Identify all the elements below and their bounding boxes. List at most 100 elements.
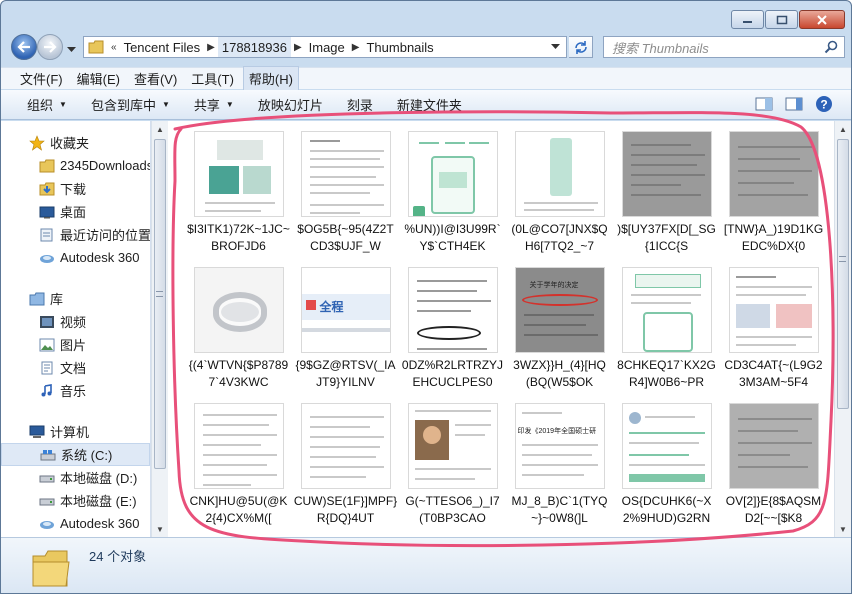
file-item[interactable]: OV[2]}E{8$AQSMD2[~~[$K8 (720, 403, 827, 527)
file-item[interactable]: $I3ITK1)72K~1JC~BROFJD6 (185, 131, 292, 255)
search-icon[interactable] (824, 40, 838, 54)
nav-autodesk-360-drive[interactable]: Autodesk 360 (1, 512, 150, 535)
nav-videos[interactable]: 视频 (1, 310, 150, 333)
nav-libraries[interactable]: 库 (1, 287, 150, 310)
scrollbar-thumb[interactable] (837, 139, 849, 409)
file-item[interactable]: CNK]HU@5U(@K2{4)CX%M([ (185, 403, 292, 527)
file-item[interactable]: {(4`WTVN{$P87897`4V3KWC (185, 267, 292, 391)
nav-drive-c[interactable]: 系统 (C:) (1, 443, 150, 466)
nav-downloads[interactable]: 下载 (1, 177, 150, 200)
image-thumbnail (728, 267, 819, 353)
image-thumbnail (300, 131, 391, 217)
preview-pane-icon[interactable] (785, 96, 803, 112)
maximize-button[interactable] (765, 10, 798, 29)
address-history-chevron-icon[interactable] (551, 44, 560, 50)
forward-button[interactable] (37, 34, 63, 60)
share-button[interactable]: 共享 ▼ (182, 90, 246, 119)
slideshow-button[interactable]: 放映幻灯片 (246, 90, 335, 119)
breadcrumb-thumbnails[interactable]: Thumbnails (362, 37, 437, 57)
menu-tools[interactable]: 工具(T) (186, 67, 239, 90)
image-thumbnail (514, 131, 605, 217)
library-icon (29, 291, 45, 307)
nav-2345downloads[interactable]: 2345Downloads (1, 154, 150, 177)
scroll-down-arrow-icon[interactable]: ▼ (835, 521, 851, 537)
nav-desktop[interactable]: 桌面 (1, 200, 150, 223)
nav-drive-d[interactable]: 本地磁盘 (D:) (1, 466, 150, 489)
nav-pictures[interactable]: 图片 (1, 333, 150, 356)
breadcrumb-separator[interactable]: ▶ (204, 42, 218, 53)
image-thumbnail (300, 403, 391, 489)
nav-music[interactable]: 音乐 (1, 379, 150, 402)
view-options-icon[interactable] (755, 96, 773, 112)
breadcrumb-image[interactable]: Image (305, 37, 349, 57)
menu-edit[interactable]: 编辑(E) (72, 67, 125, 90)
file-item[interactable]: CUW)SE(1F}]MPF}R{DQ}4UT (292, 403, 399, 527)
chevron-down-icon (67, 47, 76, 52)
address-bar[interactable]: « Tencent Files ▶ 178818936 ▶ Image ▶ Th… (83, 36, 567, 58)
refresh-button[interactable] (569, 36, 593, 58)
recent-pages-dropdown[interactable] (67, 42, 76, 56)
file-item[interactable]: %UN))I@I3U99R`Y$`CTH4EK (399, 131, 506, 255)
breadcrumb-separator[interactable]: ▶ (349, 42, 363, 53)
nav-drive-e[interactable]: 本地磁盘 (E:) (1, 489, 150, 512)
file-list-scrollbar[interactable]: ▲ ▼ (834, 121, 851, 537)
back-button[interactable] (11, 34, 37, 60)
breadcrumb-root-chevron[interactable]: « (108, 42, 120, 53)
chevron-down-icon: ▼ (225, 100, 234, 109)
nav-2345downloads-label: 2345Downloads (60, 158, 151, 173)
nav-favorites-label: 收藏夹 (50, 136, 90, 151)
video-icon (39, 314, 55, 330)
file-item[interactable]: 0DZ%R2LRTRZYJEHCUCLPES0 (399, 267, 506, 391)
file-name: MJ_8_B)C`1(TYQ~}~0W8(]L (511, 494, 608, 525)
nav-desktop-label: 桌面 (60, 205, 87, 220)
file-item[interactable]: G(~TTESO6_)_I7(T0BP3CAO (399, 403, 506, 527)
breadcrumb-tencent-files[interactable]: Tencent Files (120, 37, 205, 57)
nav-autodesk-360[interactable]: Autodesk 360 (1, 246, 150, 269)
file-item[interactable]: )$[UY37FX[D[_SG{1ICC{S (613, 131, 720, 255)
file-list: $I3ITK1)72K~1JC~BROFJD6 $OG5B{~95(4Z2TCD… (169, 121, 851, 537)
image-thumbnail (621, 267, 712, 353)
menu-view[interactable]: 查看(V) (129, 67, 182, 90)
file-name: {(4`WTVN{$P87897`4V3KWC (188, 358, 289, 389)
file-item[interactable]: 印发《2019年全国硕士研 MJ_8_B)C`1(TYQ~}~0W8(]L (506, 403, 613, 527)
nav-downloads-label: 下载 (60, 182, 87, 197)
file-item[interactable]: $OG5B{~95(4Z2TCD3$UJF_W (292, 131, 399, 255)
nav-favorites[interactable]: 收藏夹 (1, 131, 150, 154)
command-bar: 组织 ▼ 包含到库中 ▼ 共享 ▼ 放映幻灯片 刻录 新建文件夹 ? (1, 90, 851, 120)
nav-recent-places[interactable]: 最近访问的位置 (1, 223, 150, 246)
file-item[interactable]: 全程 {9$GZ@RTSV(_IAJT9}YILNV (292, 267, 399, 391)
menu-file[interactable]: 文件(F) (15, 67, 68, 90)
cloud-drive-icon (39, 250, 55, 266)
file-item[interactable]: OS{DCUHK6(~X2%9HUD)G2RN (613, 403, 720, 527)
file-item[interactable]: [TNW}A_)19D1KGEDC%DX{0 (720, 131, 827, 255)
minimize-button[interactable] (731, 10, 764, 29)
burn-button[interactable]: 刻录 (335, 90, 385, 119)
file-item[interactable]: (0L@CO7[JNX$QH6[7TQ2_~7 (506, 131, 613, 255)
scroll-up-arrow-icon[interactable]: ▲ (152, 121, 168, 137)
close-button[interactable] (799, 10, 845, 29)
navigation-pane-scrollbar[interactable]: ▲ ▼ (151, 121, 168, 537)
file-item[interactable]: CD3C4AT{~(L9G23M3AM~5F4 (720, 267, 827, 391)
scroll-down-arrow-icon[interactable]: ▼ (152, 521, 168, 537)
image-thumbnail (621, 131, 712, 217)
scrollbar-thumb[interactable] (154, 139, 166, 469)
arrow-left-icon (17, 41, 30, 53)
breadcrumb-separator[interactable]: ▶ (291, 42, 305, 53)
include-in-library-button[interactable]: 包含到库中 ▼ (79, 90, 182, 119)
nav-computer[interactable]: 计算机 (1, 420, 150, 443)
menu-help[interactable]: 帮助(H) (242, 66, 299, 91)
search-input[interactable]: 搜索 Thumbnails (603, 36, 845, 58)
nav-autodesk-360-drive-label: Autodesk 360 (60, 516, 140, 531)
breadcrumb-178818936[interactable]: 178818936 (217, 37, 291, 57)
file-item[interactable]: 关于学年的决定 3WZX}}H_(4}[HQ(BQ(W5$OK (506, 267, 613, 391)
slideshow-label: 放映幻灯片 (257, 98, 323, 113)
nav-documents[interactable]: 文档 (1, 356, 150, 379)
organize-button[interactable]: 组织 ▼ (1, 90, 79, 119)
image-thumbnail (193, 267, 284, 353)
help-icon[interactable]: ? (815, 95, 833, 113)
new-folder-button[interactable]: 新建文件夹 (385, 90, 474, 119)
pictures-icon (39, 337, 55, 353)
scroll-up-arrow-icon[interactable]: ▲ (835, 121, 851, 137)
file-item[interactable]: 8CHKEQ17`KX2GR4]W0B6~PR (613, 267, 720, 391)
thumbnail-grid: $I3ITK1)72K~1JC~BROFJD6 $OG5B{~95(4Z2TCD… (185, 131, 827, 527)
